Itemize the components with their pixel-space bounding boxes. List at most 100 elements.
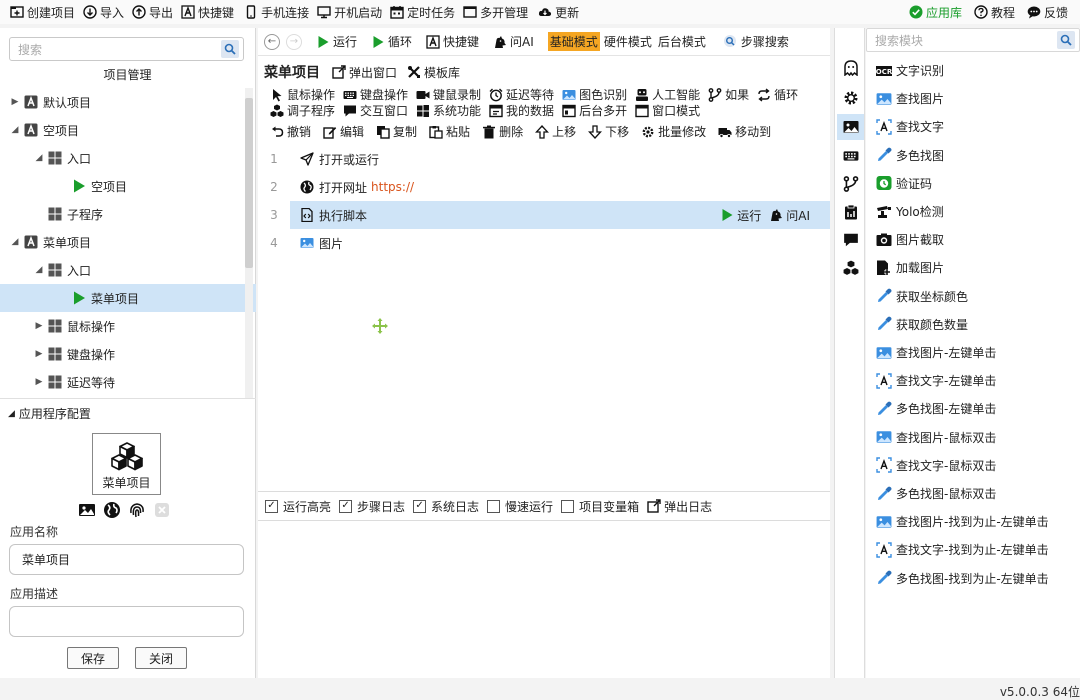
- tree-node[interactable]: 子程序: [0, 200, 256, 228]
- tree-node[interactable]: ◢ 菜单项目: [0, 228, 256, 256]
- category-button-image[interactable]: 图色识别: [562, 86, 627, 103]
- step-run-button[interactable]: 运行: [720, 207, 761, 224]
- module-item[interactable]: 图片截取: [876, 231, 944, 248]
- app-description-field[interactable]: [9, 606, 244, 637]
- log-option-checkbox[interactable]: ✓ 运行高亮: [265, 498, 331, 515]
- toolbar-ask-ai-button[interactable]: 问AI: [493, 33, 534, 50]
- category-button-loop[interactable]: 循环: [757, 86, 798, 103]
- category-button-alarm[interactable]: 延迟等待: [489, 86, 554, 103]
- back-icon[interactable]: ←: [264, 33, 280, 50]
- step-row[interactable]: 4 图片: [258, 229, 830, 257]
- log-option-checkbox[interactable]: ✓ 系统日志: [413, 498, 479, 515]
- app-name-field[interactable]: 菜单项目: [9, 544, 244, 575]
- expand-arrow-icon[interactable]: ◢: [10, 237, 20, 247]
- category-button-cursor[interactable]: 鼠标操作: [270, 86, 335, 103]
- save-button[interactable]: 保存: [67, 647, 119, 669]
- search-icon[interactable]: [221, 40, 239, 58]
- checkbox-unchecked-icon[interactable]: [487, 499, 501, 513]
- expand-arrow-icon[interactable]: ▶: [34, 349, 44, 359]
- tree-node[interactable]: ◢ 入口: [0, 256, 256, 284]
- category-button-data[interactable]: 我的数据: [489, 102, 554, 119]
- edit-button-undo[interactable]: 撤销: [270, 123, 311, 140]
- tree-node[interactable]: ▶ 鼠标操作: [0, 312, 256, 340]
- edit-button-truck[interactable]: 移动到: [718, 123, 771, 140]
- tree-node[interactable]: 菜单项目: [0, 284, 256, 312]
- topbar-item-cloud[interactable]: 更新: [538, 4, 579, 21]
- module-item[interactable]: 查找图片-找到为止-左键单击: [876, 513, 1049, 530]
- module-item[interactable]: 获取坐标颜色: [876, 288, 968, 305]
- edit-button-up[interactable]: 上移: [535, 123, 576, 140]
- expand-arrow-icon[interactable]: ◢: [34, 153, 44, 163]
- category-button-window-mode[interactable]: 窗口模式: [635, 102, 700, 119]
- category-button-message[interactable]: 交互窗口: [343, 102, 408, 119]
- step-row[interactable]: 2 打开网址 https://: [258, 173, 830, 201]
- edit-button-copy[interactable]: 复制: [376, 123, 417, 140]
- log-option-checkbox[interactable]: 项目变量箱: [561, 498, 639, 515]
- topbar-item-hotkey[interactable]: 快捷键: [181, 4, 234, 21]
- module-item[interactable]: 查找文字-找到为止-左键单击: [876, 541, 1049, 558]
- expand-arrow-icon[interactable]: ▶: [10, 97, 20, 107]
- category-button-windows[interactable]: 系统功能: [416, 102, 481, 119]
- search-icon[interactable]: [1057, 31, 1075, 49]
- tree-scrollbar[interactable]: [245, 88, 253, 398]
- module-search-input[interactable]: 搜索模块: [866, 28, 1080, 52]
- module-item[interactable]: 查找图片: [876, 90, 944, 107]
- module-item[interactable]: OCR 文字识别: [876, 62, 944, 79]
- log-option-checkbox[interactable]: ✓ 步骤日志: [339, 498, 405, 515]
- category-button-record[interactable]: 键鼠录制: [416, 86, 481, 103]
- step-search-button[interactable]: 步骤搜索: [723, 33, 789, 50]
- topbar-item-import[interactable]: 导入: [83, 4, 124, 21]
- topbar-item-chat[interactable]: 反馈: [1027, 4, 1068, 21]
- edit-button-down[interactable]: 下移: [588, 123, 629, 140]
- module-item[interactable]: 多色找图-找到为止-左键单击: [876, 570, 1049, 587]
- topbar-item-check-circle[interactable]: 应用库: [909, 4, 962, 21]
- module-item[interactable]: 获取颜色数量: [876, 316, 968, 333]
- edit-button-gear[interactable]: 批量修改: [641, 123, 706, 140]
- module-item[interactable]: 多色找图-鼠标双击: [876, 485, 996, 502]
- category-button-multiwin[interactable]: 后台多开: [562, 102, 627, 119]
- tree-scrollbar-thumb[interactable]: [245, 98, 253, 268]
- tree-node[interactable]: ◢ 空项目: [0, 116, 256, 144]
- expand-arrow-icon[interactable]: ▶: [34, 377, 44, 387]
- project-search-input[interactable]: 搜索: [9, 37, 244, 61]
- toolbar-loop-button[interactable]: 循环: [371, 33, 412, 50]
- message-icon[interactable]: [842, 231, 860, 249]
- step-row[interactable]: 1 打开或运行: [258, 145, 830, 173]
- toolbar-hotkey-button[interactable]: 快捷键: [426, 33, 479, 50]
- category-button-keyboard[interactable]: 键盘操作: [343, 86, 408, 103]
- tree-node[interactable]: ◢ 入口: [0, 144, 256, 172]
- module-item[interactable]: 查找文字-左键单击: [876, 372, 996, 389]
- topbar-item-calendar[interactable]: 定时任务: [390, 4, 455, 21]
- module-item[interactable]: 查找文字: [876, 118, 944, 135]
- category-button-cubes[interactable]: 调子程序: [270, 102, 335, 119]
- toolbar-run-button[interactable]: 运行: [316, 33, 357, 50]
- cubes-icon[interactable]: [842, 259, 860, 277]
- keyboard-icon[interactable]: [842, 147, 860, 165]
- fingerprint-icon[interactable]: [128, 501, 146, 519]
- category-button-branch[interactable]: 如果: [708, 86, 749, 103]
- step-row[interactable]: 3 执行脚本 运行 问AI: [258, 201, 830, 229]
- mode-tab-background[interactable]: 后台模式: [656, 32, 708, 51]
- module-item[interactable]: 多色找图: [876, 147, 944, 164]
- checkbox-checked-icon[interactable]: ✓: [265, 499, 278, 513]
- topbar-item-export[interactable]: 导出: [132, 4, 173, 21]
- tree-node[interactable]: ▶ 键盘操作: [0, 340, 256, 368]
- module-item[interactable]: Yolo检测: [876, 203, 944, 220]
- topbar-item-new-project[interactable]: 创建项目: [10, 4, 75, 21]
- module-item[interactable]: 多色找图-左键单击: [876, 400, 996, 417]
- app-icon-preview[interactable]: 菜单项目: [92, 433, 161, 495]
- step-body[interactable]: 打开或运行: [290, 145, 830, 173]
- step-body[interactable]: 打开网址 https://: [290, 173, 830, 201]
- template-library-button[interactable]: 模板库: [407, 64, 460, 81]
- image-icon[interactable]: [78, 501, 96, 519]
- module-item[interactable]: 查找图片-左键单击: [876, 344, 996, 361]
- forward-icon[interactable]: →: [286, 33, 302, 50]
- app-config-header[interactable]: ◢ 应用程序配置: [8, 405, 91, 422]
- tree-node[interactable]: ▶ 延迟等待: [0, 368, 256, 396]
- edit-button-edit[interactable]: 编辑: [323, 123, 364, 140]
- topbar-item-help[interactable]: 教程: [974, 4, 1015, 21]
- close-button[interactable]: 关闭: [135, 647, 187, 669]
- step-body[interactable]: 图片: [290, 229, 830, 257]
- module-item[interactable]: 加载图片: [876, 259, 944, 276]
- collapse-arrow-icon[interactable]: ◢: [8, 409, 15, 419]
